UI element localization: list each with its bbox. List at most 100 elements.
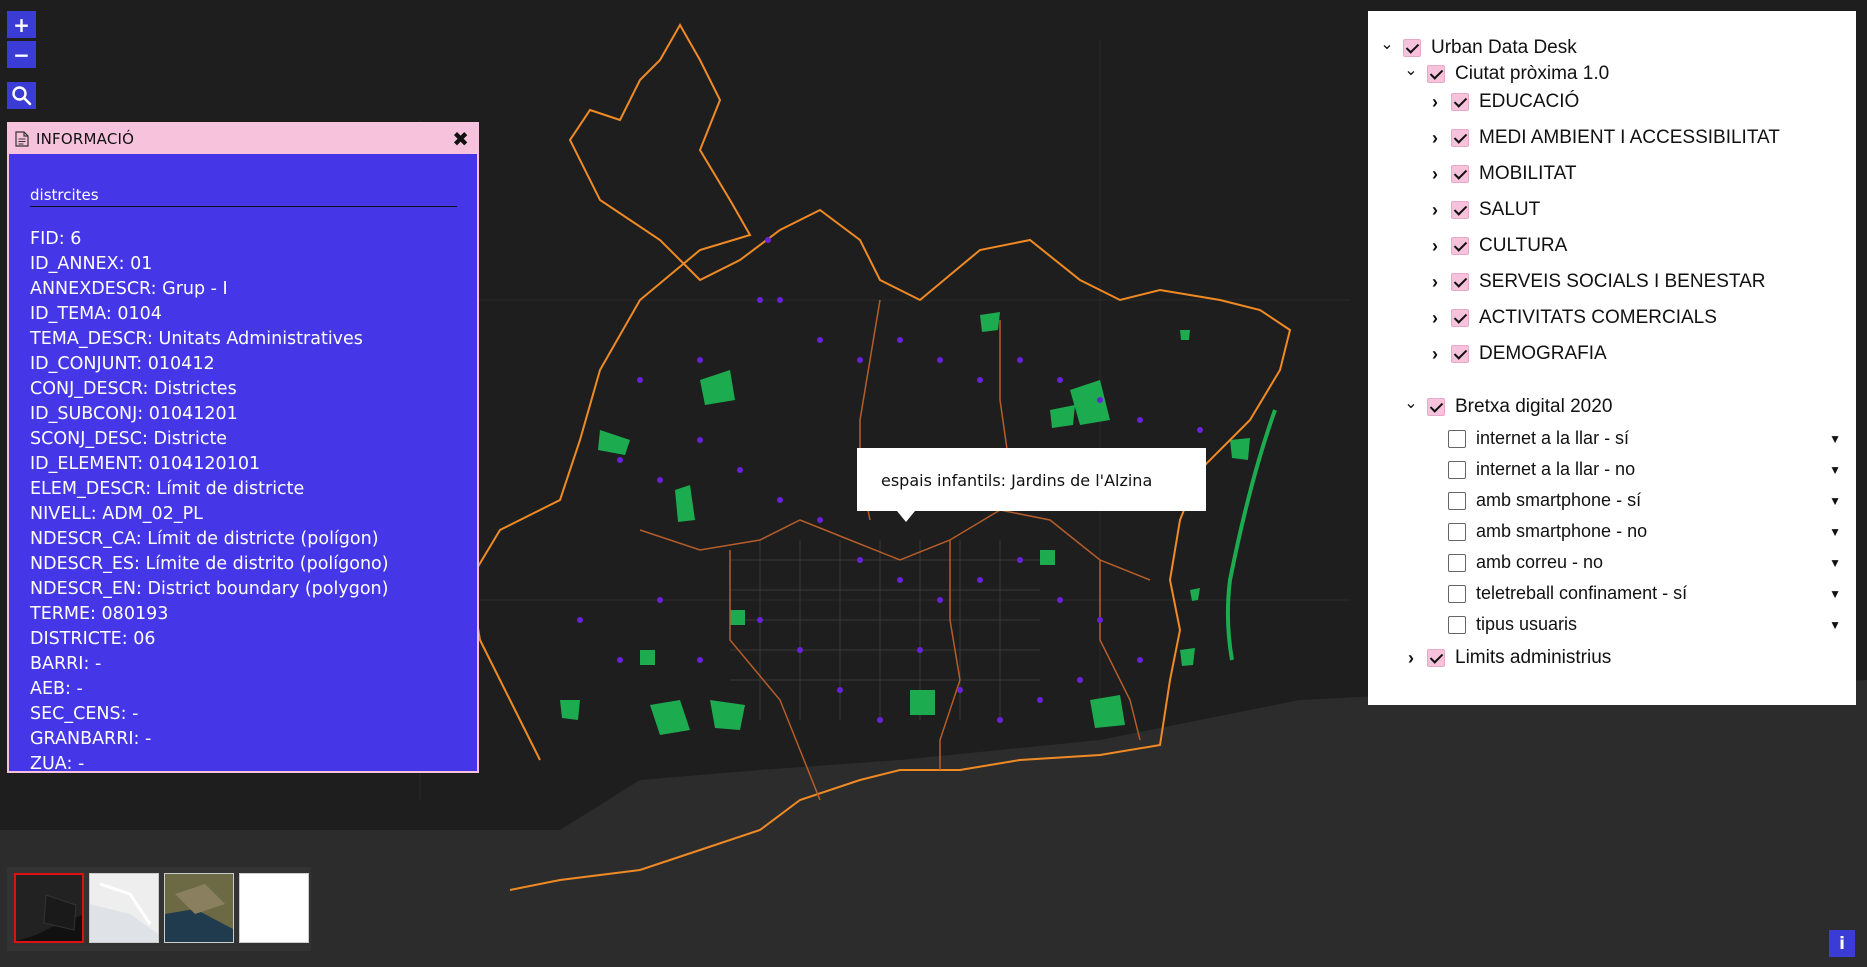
zoom-in-button[interactable]: +: [7, 11, 36, 38]
basemap-thumb-satellite[interactable]: [164, 873, 234, 943]
attribute-value: Districte: [153, 429, 228, 449]
layer-root[interactable]: ⌄ Urban Data Desk: [1380, 34, 1577, 59]
layer-checkbox[interactable]: [1427, 649, 1445, 667]
chevron-right-icon[interactable]: ›: [1428, 236, 1442, 257]
layer-checkbox[interactable]: [1451, 201, 1469, 219]
attribute-row: SCONJ_DESC: Districte: [30, 427, 457, 452]
chevron-down-icon[interactable]: ⌄: [1380, 34, 1394, 54]
chevron-right-icon[interactable]: ›: [1428, 92, 1442, 113]
chevron-right-icon[interactable]: ›: [1404, 648, 1418, 669]
layer-item[interactable]: › DEMOGRAFIA: [1428, 343, 1607, 365]
layer-checkbox[interactable]: [1403, 39, 1421, 57]
dropdown-caret-icon[interactable]: ▼: [1829, 556, 1841, 570]
layer-checkbox[interactable]: [1451, 309, 1469, 327]
layer-label: ACTIVITATS COMERCIALS: [1479, 307, 1717, 328]
layer-checkbox[interactable]: [1451, 165, 1469, 183]
layer-checkbox[interactable]: [1448, 460, 1466, 479]
layer-label: CULTURA: [1479, 235, 1568, 256]
attribute-key: ZUA:: [30, 754, 73, 773]
layer-label: SERVEIS SOCIALS I BENESTAR: [1479, 271, 1766, 292]
attribute-key: NDESCR_CA:: [30, 529, 142, 549]
basemap-thumb-blank[interactable]: [239, 873, 309, 943]
layer-item[interactable]: amb smartphone - sí: [1448, 490, 1641, 511]
layer-checkbox[interactable]: [1448, 615, 1466, 634]
attribute-value: 6: [70, 229, 82, 249]
dropdown-caret-icon[interactable]: ▼: [1829, 432, 1841, 446]
layer-item[interactable]: tipus usuaris: [1448, 614, 1577, 635]
attribute-key: CONJ_DESCR:: [30, 379, 149, 399]
chevron-down-icon[interactable]: ⌄: [1404, 393, 1418, 413]
layer-checkbox[interactable]: [1451, 129, 1469, 147]
attribute-value: -: [77, 754, 85, 773]
dropdown-caret-icon[interactable]: ▼: [1829, 463, 1841, 477]
attribute-key: GRANBARRI:: [30, 729, 140, 749]
chevron-right-icon[interactable]: ›: [1428, 272, 1442, 293]
layer-checkbox[interactable]: [1427, 65, 1445, 83]
dropdown-caret-icon[interactable]: ▼: [1829, 494, 1841, 508]
layer-item[interactable]: › SERVEIS SOCIALS I BENESTAR: [1428, 271, 1766, 293]
attribute-value: -: [94, 654, 102, 674]
dropdown-caret-icon[interactable]: ▼: [1829, 618, 1841, 632]
layer-checkbox[interactable]: [1451, 237, 1469, 255]
search-button[interactable]: [7, 82, 36, 109]
layer-item[interactable]: › EDUCACIÓ: [1428, 91, 1579, 113]
layer-item[interactable]: teletreball confinament - sí: [1448, 583, 1687, 604]
layer-label: teletreball confinament - sí: [1476, 583, 1688, 603]
attribute-row: ZUA: -: [30, 752, 457, 773]
attribute-value: 0104: [117, 304, 162, 324]
attribute-value: ADM_02_PL: [102, 504, 203, 524]
attribute-value: Districtes: [153, 379, 237, 399]
attribute-value: 01: [130, 254, 153, 274]
satellite-basemap-preview: [165, 874, 233, 942]
attribute-row: NDESCR_ES: Límite de distrito (polígono): [30, 552, 457, 577]
layer-label: Urban Data Desk: [1431, 37, 1577, 58]
chevron-right-icon[interactable]: ›: [1428, 308, 1442, 329]
dropdown-caret-icon[interactable]: ▼: [1829, 525, 1841, 539]
layer-item[interactable]: internet a la llar - no: [1448, 459, 1635, 480]
layer-checkbox[interactable]: [1448, 491, 1466, 510]
layer-group[interactable]: ⌄ Ciutat pròxima 1.0: [1404, 60, 1609, 85]
layer-label: amb smartphone - no: [1476, 521, 1648, 541]
layer-item[interactable]: › MEDI AMBIENT I ACCESSIBILITAT: [1428, 127, 1780, 149]
layer-label: DEMOGRAFIA: [1479, 343, 1607, 364]
chevron-right-icon[interactable]: ›: [1428, 164, 1442, 185]
chevron-right-icon[interactable]: ›: [1428, 128, 1442, 149]
layer-label: Bretxa digital 2020: [1455, 396, 1613, 417]
attribute-value: -: [145, 729, 152, 749]
layer-checkbox[interactable]: [1451, 273, 1469, 291]
basemap-thumb-dark[interactable]: [14, 873, 84, 943]
layer-checkbox[interactable]: [1451, 345, 1469, 363]
attribute-list: FID: 6 ID_ANNEX: 01 ANNEXDESCR: Grup - I ID…: [30, 227, 457, 773]
layer-checkbox[interactable]: [1451, 93, 1469, 111]
layer-group[interactable]: › Limits administrius: [1404, 647, 1611, 669]
popup-tip: [897, 511, 915, 522]
attribute-row: DISTRICTE: 06: [30, 627, 457, 652]
about-button[interactable]: i: [1829, 930, 1855, 957]
attribute-key: ANNEXDESCR:: [30, 279, 157, 299]
layer-checkbox[interactable]: [1448, 584, 1466, 603]
dropdown-caret-icon[interactable]: ▼: [1829, 587, 1841, 601]
layer-label: MOBILITAT: [1479, 163, 1577, 184]
layer-item[interactable]: internet a la llar - sí: [1448, 428, 1629, 449]
attribute-row: ID_ANNEX: 01: [30, 252, 457, 277]
chevron-down-icon[interactable]: ⌄: [1404, 60, 1418, 80]
chevron-right-icon[interactable]: ›: [1428, 344, 1442, 365]
close-icon[interactable]: ✖: [452, 127, 469, 151]
layer-checkbox[interactable]: [1448, 522, 1466, 541]
layer-item[interactable]: › ACTIVITATS COMERCIALS: [1428, 307, 1717, 329]
attribute-key: AEB:: [30, 679, 71, 699]
layer-item[interactable]: › SALUT: [1428, 199, 1540, 221]
layer-group[interactable]: ⌄ Bretxa digital 2020: [1404, 393, 1613, 418]
zoom-out-button[interactable]: −: [7, 41, 36, 68]
layer-checkbox[interactable]: [1427, 398, 1445, 416]
layer-item[interactable]: › MOBILITAT: [1428, 163, 1576, 185]
layer-checkbox[interactable]: [1448, 553, 1466, 572]
layer-item[interactable]: › CULTURA: [1428, 235, 1567, 257]
chevron-right-icon[interactable]: ›: [1428, 200, 1442, 221]
basemap-thumb-light[interactable]: [89, 873, 159, 943]
layer-item[interactable]: amb smartphone - no: [1448, 521, 1647, 542]
layer-checkbox[interactable]: [1448, 429, 1466, 448]
attribute-value: 010412: [147, 354, 215, 374]
layer-item[interactable]: amb correu - no: [1448, 552, 1603, 573]
attribute-key: SCONJ_DESC:: [30, 429, 148, 449]
